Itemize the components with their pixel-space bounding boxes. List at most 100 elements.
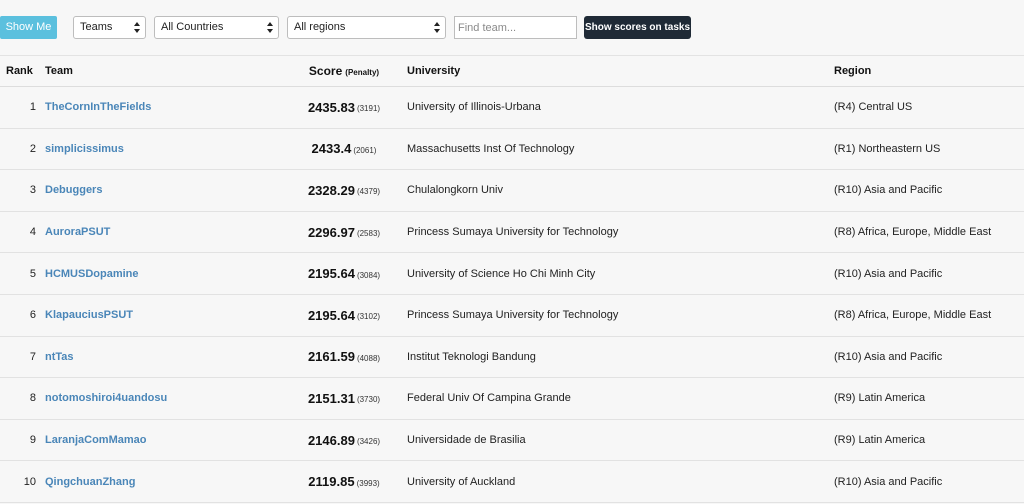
regions-select-value: All regions bbox=[294, 21, 346, 33]
select-arrows-icon bbox=[434, 20, 441, 35]
score-cell: 2119.85 (3993) bbox=[290, 461, 398, 502]
team-link[interactable]: KlapauciusPSUT bbox=[45, 309, 133, 321]
rank-cell: 9 bbox=[29, 434, 36, 447]
university-header: University bbox=[407, 65, 461, 77]
university-cell: Massachusetts Inst Of Technology bbox=[407, 142, 575, 155]
team-link[interactable]: AuroraPSUT bbox=[45, 226, 110, 238]
table-row: 3 Debuggers 2328.29 (4379) Chulalongkorn Uni… bbox=[0, 170, 1024, 212]
university-cell: University of Illinois-Urbana bbox=[407, 101, 541, 114]
team-cell: KlapauciusPSUT bbox=[45, 295, 133, 336]
table-row: 4 AuroraPSUT 2296.97 (2583) Princess Sumaya … bbox=[0, 212, 1024, 254]
teams-select[interactable]: Teams bbox=[73, 16, 146, 39]
table-row: 2 simplicissimus 2433.4 (2061) Massachusetts… bbox=[0, 129, 1024, 171]
score-cell: 2433.4 (2061) bbox=[290, 129, 398, 170]
score-value: 2195.64 bbox=[307, 266, 355, 282]
team-cell: notomoshiroi4uandosu bbox=[45, 378, 167, 419]
table-row: 7 ntTas 2161.59 (4088) Institut Teknologi Ba… bbox=[0, 337, 1024, 379]
score-value: 2433.4 bbox=[311, 141, 352, 157]
region-cell: (R4) Central US bbox=[834, 101, 913, 114]
score-value: 2119.85 bbox=[308, 474, 355, 490]
region-cell: (R10) Asia and Pacific bbox=[834, 475, 943, 488]
team-cell: LaranjaComMamao bbox=[45, 420, 146, 461]
team-link[interactable]: TheCornInTheFields bbox=[45, 101, 151, 113]
score-value: 2328.29 bbox=[307, 182, 355, 198]
filter-toolbar: Show Me Teams All Countries All regions … bbox=[0, 0, 1024, 56]
table-row: 9 LaranjaComMamao 2146.89 (3426) Universidad… bbox=[0, 420, 1024, 462]
rank-header: Rank bbox=[6, 65, 33, 77]
team-link[interactable]: ntTas bbox=[45, 351, 74, 363]
university-cell: Princess Sumaya University for Technolog… bbox=[407, 309, 619, 322]
team-cell: AuroraPSUT bbox=[45, 212, 110, 253]
penalty-value: (3102) bbox=[356, 312, 381, 322]
team-cell: HCMUSDopamine bbox=[45, 253, 139, 294]
rank-cell: 5 bbox=[29, 267, 36, 280]
table-body: 1 TheCornInTheFields 2435.83 (3191) Universi… bbox=[0, 87, 1024, 503]
find-team-input[interactable] bbox=[454, 16, 577, 39]
team-cell: simplicissimus bbox=[45, 129, 124, 170]
team-link[interactable]: notomoshiroi4uandosu bbox=[45, 392, 167, 404]
table-header-row: Rank Team Score (Penalty) University Reg… bbox=[0, 56, 1024, 87]
penalty-value: (3426) bbox=[356, 437, 381, 447]
penalty-value: (2061) bbox=[353, 145, 377, 155]
score-value: 2435.83 bbox=[307, 99, 355, 115]
region-cell: (R9) Latin America bbox=[834, 392, 926, 405]
university-cell: Princess Sumaya University for Technolog… bbox=[407, 226, 619, 239]
score-value: 2146.89 bbox=[307, 432, 355, 448]
team-link[interactable]: Debuggers bbox=[45, 184, 102, 196]
score-cell: 2296.97 (2583) bbox=[290, 212, 398, 253]
university-cell: University of Auckland bbox=[407, 475, 516, 488]
region-cell: (R9) Latin America bbox=[834, 434, 926, 447]
rank-cell: 1 bbox=[29, 101, 36, 114]
select-arrows-icon bbox=[134, 20, 141, 35]
score-value: 2161.59 bbox=[307, 349, 355, 365]
region-cell: (R8) Africa, Europe, Middle East bbox=[834, 309, 992, 322]
rank-cell: 7 bbox=[29, 350, 36, 363]
university-cell: Chulalongkorn Univ bbox=[407, 184, 503, 197]
table-row: 8 notomoshiroi4uandosu 2151.31 (3730) Federa… bbox=[0, 378, 1024, 420]
show-scores-on-tasks-button[interactable]: Show scores on tasks bbox=[584, 16, 691, 39]
score-cell: 2195.64 (3084) bbox=[290, 253, 398, 294]
penalty-value: (3993) bbox=[356, 478, 380, 488]
rank-cell: 2 bbox=[29, 142, 36, 155]
rank-cell: 10 bbox=[23, 475, 36, 488]
penalty-value: (2583) bbox=[356, 229, 381, 239]
score-cell: 2146.89 (3426) bbox=[290, 420, 398, 461]
score-cell: 2435.83 (3191) bbox=[290, 87, 398, 128]
show-me-button[interactable]: Show Me bbox=[0, 16, 57, 39]
penalty-value: (3730) bbox=[356, 395, 381, 405]
university-cell: University of Science Ho Chi Minh City bbox=[407, 267, 596, 280]
penalty-value: (3191) bbox=[356, 104, 381, 114]
score-value: 2195.64 bbox=[307, 307, 355, 323]
score-cell: 2195.64 (3102) bbox=[290, 295, 398, 336]
team-link[interactable]: HCMUSDopamine bbox=[45, 268, 139, 280]
region-cell: (R1) Northeastern US bbox=[834, 142, 941, 155]
team-cell: ntTas bbox=[45, 337, 74, 378]
select-arrows-icon bbox=[267, 20, 274, 35]
table-row: 1 TheCornInTheFields 2435.83 (3191) Universi… bbox=[0, 87, 1024, 129]
penalty-header-label: (Penalty) bbox=[345, 67, 380, 77]
rank-cell: 4 bbox=[29, 226, 36, 239]
score-header: Score (Penalty) bbox=[290, 56, 398, 86]
team-cell: Debuggers bbox=[45, 170, 102, 211]
countries-select-value: All Countries bbox=[161, 21, 224, 33]
penalty-value: (3084) bbox=[356, 270, 381, 280]
countries-select[interactable]: All Countries bbox=[154, 16, 279, 39]
university-cell: Institut Teknologi Bandung bbox=[407, 350, 536, 363]
table-row: 5 HCMUSDopamine 2195.64 (3084) University of… bbox=[0, 253, 1024, 295]
scoreboard-table: Rank Team Score (Penalty) University Reg… bbox=[0, 56, 1024, 503]
team-link[interactable]: QingchuanZhang bbox=[45, 476, 135, 488]
teams-select-value: Teams bbox=[80, 21, 113, 33]
region-cell: (R8) Africa, Europe, Middle East bbox=[834, 226, 992, 239]
score-value: 2151.31 bbox=[307, 390, 355, 406]
team-header: Team bbox=[45, 65, 73, 77]
regions-select[interactable]: All regions bbox=[287, 16, 446, 39]
table-row: 6 KlapauciusPSUT 2195.64 (3102) Princess Sum… bbox=[0, 295, 1024, 337]
team-cell: QingchuanZhang bbox=[45, 461, 135, 502]
team-link[interactable]: simplicissimus bbox=[45, 143, 124, 155]
region-header: Region bbox=[834, 65, 872, 77]
region-cell: (R10) Asia and Pacific bbox=[834, 350, 943, 363]
score-cell: 2328.29 (4379) bbox=[290, 170, 398, 211]
team-cell: TheCornInTheFields bbox=[45, 87, 151, 128]
team-link[interactable]: LaranjaComMamao bbox=[45, 434, 146, 446]
penalty-value: (4379) bbox=[356, 187, 381, 197]
